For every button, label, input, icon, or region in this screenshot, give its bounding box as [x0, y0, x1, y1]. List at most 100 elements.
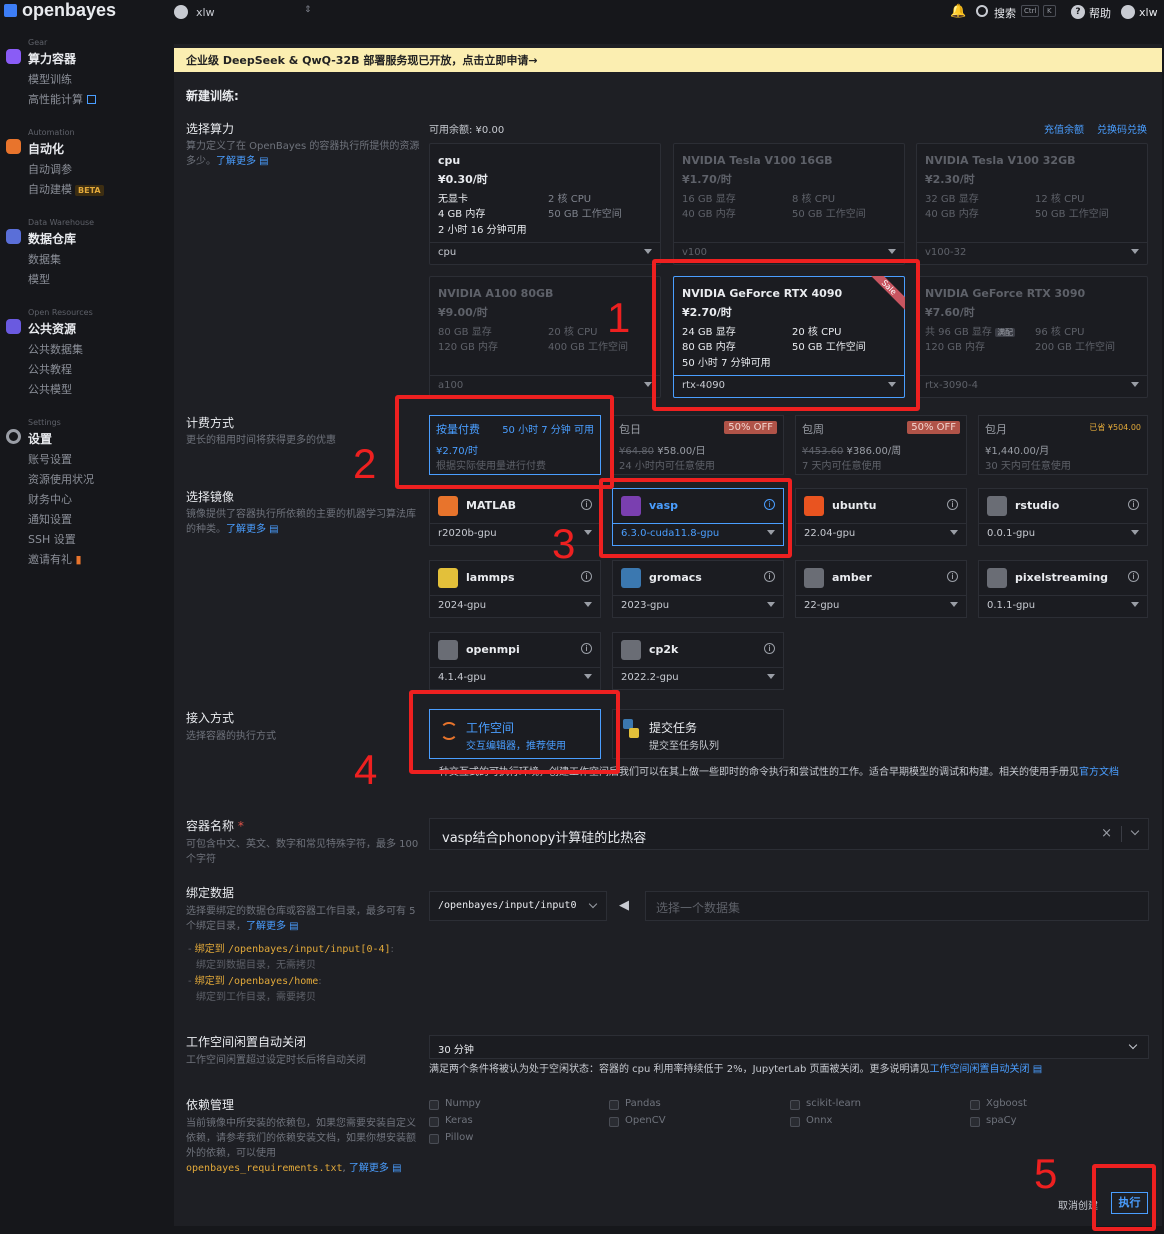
compute-card-select[interactable]: cpu	[430, 242, 660, 264]
sidebar-item-public-datasets[interactable]: 公共数据集	[28, 341, 83, 357]
info-icon[interactable]: i	[581, 643, 592, 654]
sidebar-item-usage[interactable]: 资源使用状况	[28, 471, 94, 487]
promo-banner[interactable]: 企业级 DeepSeek & QwQ-32B 部署服务现已开放，点击立即申请→	[174, 48, 1162, 72]
package-checkbox[interactable]	[429, 1117, 439, 1127]
bind-path: /openbayes/input/input[0-4]	[227, 944, 391, 955]
recharge-link[interactable]: 充值余额	[1044, 121, 1084, 136]
spec-mem: 40 GB 内存	[925, 209, 979, 220]
image-card-cp2k[interactable]: cp2k i 2022.2-gpu	[612, 632, 784, 690]
sidebar-item-account[interactable]: 账号设置	[28, 451, 72, 467]
image-card-pixelstreaming[interactable]: pixelstreaming i 0.1.1-gpu	[978, 560, 1148, 618]
access-docs-link-2[interactable]: 文档	[1099, 767, 1119, 778]
image-version-select[interactable]: 22-gpu	[796, 595, 966, 617]
package-checkbox[interactable]	[970, 1117, 980, 1127]
image-version-select[interactable]: 2022.2-gpu	[613, 667, 783, 689]
search-button[interactable]: 搜索	[994, 5, 1016, 21]
image-card-gromacs[interactable]: gromacs i 2023-gpu	[612, 560, 784, 618]
image-card-ubuntu[interactable]: ubuntu i 22.04-gpu	[795, 488, 967, 546]
search-icon[interactable]	[976, 5, 988, 17]
sidebar-item-invite[interactable]: 邀请有礼 ▮	[28, 551, 82, 567]
caret-down-icon	[1131, 530, 1139, 535]
image-version-select[interactable]: 4.1.4-gpu	[430, 667, 600, 689]
automation-icon	[6, 139, 21, 154]
spec-gpu: 80 GB 显存	[438, 327, 492, 338]
package-checkbox[interactable]	[429, 1134, 439, 1144]
image-card-rstudio[interactable]: rstudio i 0.0.1-gpu	[978, 488, 1148, 546]
idle-docs-link[interactable]: 工作空间闲置自动关闭	[930, 1064, 1030, 1075]
chevron-down-icon[interactable]	[1130, 826, 1140, 836]
compute-card-select[interactable]: rtx-3090-4	[917, 375, 1147, 397]
bind-learn-more-link[interactable]: 了解更多	[246, 921, 286, 932]
sidebar-item-public-models[interactable]: 公共模型	[28, 381, 72, 397]
bell-icon[interactable]: 🔔	[950, 4, 966, 19]
image-version-select[interactable]: 22.04-gpu	[796, 523, 966, 545]
sidebar-item-finance[interactable]: 财务中心	[28, 491, 72, 507]
compute-card-select[interactable]: v100-32	[917, 242, 1147, 264]
info-icon[interactable]: i	[947, 499, 958, 510]
package-checkbox[interactable]	[609, 1100, 619, 1110]
image-card-lammps[interactable]: lammps i 2024-gpu	[429, 560, 601, 618]
compute-card-v100-32[interactable]: NVIDIA Tesla V100 32GB ¥2.30/时 32 GB 显存 …	[916, 143, 1148, 265]
access-docs-link[interactable]: 官方	[1079, 767, 1099, 778]
sidebar-item-public-tutorials[interactable]: 公共教程	[28, 361, 72, 377]
compute-card-v100-16[interactable]: NVIDIA Tesla V100 16GB ¥1.70/时 16 GB 显存 …	[673, 143, 905, 265]
package-checkbox[interactable]	[429, 1100, 439, 1110]
image-card-amber[interactable]: amber i 22-gpu	[795, 560, 967, 618]
image-version-select[interactable]: 0.0.1-gpu	[979, 523, 1147, 545]
billing-card-daily[interactable]: 包日 50% OFF ¥64.80 ¥58.00/日 24 小时内可任意使用	[612, 415, 784, 475]
idle-timeout-select[interactable]: 30 分钟	[429, 1035, 1149, 1059]
billing-card-monthly[interactable]: 包月 已省 ¥504.00 ¥1,440.00/月 30 天内可任意使用	[978, 415, 1148, 475]
user-avatar-icon-right[interactable]	[1121, 5, 1135, 19]
help-button[interactable]: 帮助	[1089, 5, 1111, 21]
brand-name: openbayes	[22, 0, 117, 20]
sidebar-item-ssh[interactable]: SSH 设置	[28, 531, 76, 547]
user-menu[interactable]: xlw	[1139, 6, 1158, 19]
caret-down-icon	[767, 602, 775, 607]
redeem-link[interactable]: 兑换码兑换	[1097, 121, 1147, 136]
image-version-select[interactable]: 2023-gpu	[613, 595, 783, 617]
sidebar-item-models[interactable]: 模型	[28, 271, 50, 287]
billing-card-weekly[interactable]: 包周 50% OFF ¥453.60 ¥386.00/周 7 天内可任意使用	[795, 415, 967, 475]
package-checkbox[interactable]	[790, 1100, 800, 1110]
image-version-select[interactable]: 0.1.1-gpu	[979, 595, 1147, 617]
image-version-select[interactable]: 2024-gpu	[430, 595, 600, 617]
info-icon[interactable]: i	[1128, 499, 1139, 510]
package-checkbox[interactable]	[790, 1117, 800, 1127]
spec-gpu-text: 共 96 GB 显存	[925, 327, 992, 338]
package-checkbox[interactable]	[970, 1100, 980, 1110]
access-section-title: 接入方式	[186, 711, 235, 725]
deps-learn-more-link[interactable]: 了解更多	[349, 1163, 389, 1174]
sidebar-group-compute[interactable]: 算力容器	[28, 50, 76, 67]
sidebar-item-hpc[interactable]: 高性能计算	[28, 91, 96, 107]
workspace-user-select[interactable]: xlw	[196, 6, 215, 19]
container-name-input[interactable]: vasp结合phonopy计算硅的比热容 ×	[429, 818, 1149, 850]
info-icon[interactable]: i	[581, 499, 592, 510]
sidebar-item-notify[interactable]: 通知设置	[28, 511, 72, 527]
compute-learn-more-link[interactable]: 了解更多	[216, 156, 256, 167]
sidebar-group-public[interactable]: 公共资源	[28, 320, 76, 337]
info-icon[interactable]: i	[581, 571, 592, 582]
sidebar-group-settings[interactable]: 设置	[28, 430, 52, 447]
sidebar-item-automodel[interactable]: 自动建模 BETA	[28, 181, 104, 197]
sidebar-item-autotune[interactable]: 自动调参	[28, 161, 72, 177]
info-icon[interactable]: i	[1128, 571, 1139, 582]
access-job-option[interactable]: 提交任务 提交至任务队列	[612, 709, 784, 759]
compute-card-cpu[interactable]: cpu ¥0.30/时 无显卡 2 核 CPU 4 GB 内存 50 GB 工作…	[429, 143, 661, 265]
brand-logo[interactable]: openbayes	[4, 0, 116, 21]
sidebar-group-en-open: Open Resources	[28, 308, 93, 317]
sidebar-item-datasets[interactable]: 数据集	[28, 251, 61, 267]
info-icon[interactable]: i	[947, 571, 958, 582]
info-icon[interactable]: i	[764, 571, 775, 582]
bind-target-select[interactable]: /openbayes/input/input0	[429, 891, 607, 921]
compute-card-rtx3090[interactable]: NVIDIA GeForce RTX 3090 ¥7.60/时 共 96 GB …	[916, 276, 1148, 398]
compute-card-select[interactable]: a100	[430, 375, 660, 397]
sidebar-group-automation[interactable]: 自动化	[28, 140, 64, 157]
dataset-select[interactable]: 选择一个数据集	[645, 891, 1149, 921]
package-checkbox[interactable]	[609, 1117, 619, 1127]
sidebar-item-model-training[interactable]: 模型训练	[28, 71, 72, 87]
clear-icon[interactable]: ×	[1101, 826, 1112, 841]
image-learn-more-link[interactable]: 了解更多	[226, 524, 266, 535]
sidebar-group-data[interactable]: 数据仓库	[28, 230, 76, 247]
info-icon[interactable]: i	[764, 643, 775, 654]
image-card-openmpi[interactable]: openmpi i 4.1.4-gpu	[429, 632, 601, 690]
